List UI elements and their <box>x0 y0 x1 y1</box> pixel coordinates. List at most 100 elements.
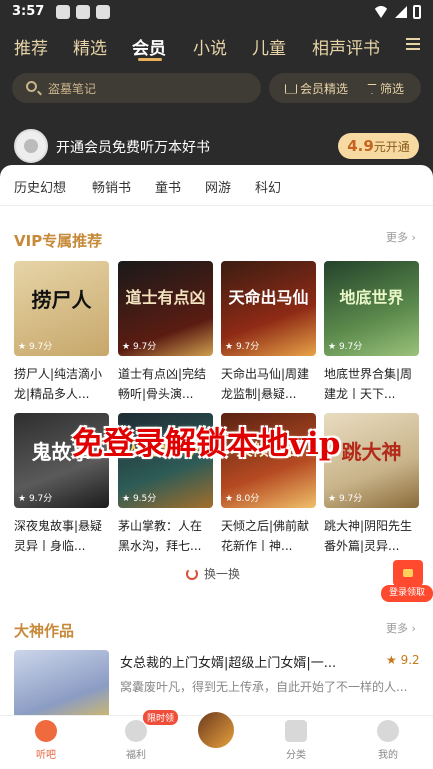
app-notification-icon <box>56 5 70 19</box>
vip-book-2[interactable]: 道士有点凶 ★ 9.7分 道士有点凶|完结畅听|骨头演... <box>118 261 213 404</box>
vip-book-3[interactable]: 天命出马仙 ★ 9.7分 天命出马仙|周建龙监制|悬疑... <box>221 261 316 404</box>
cover-title: 捞尸人 <box>31 288 92 312</box>
book-title: 天倾之后|佛前献花新作丨神... <box>221 519 310 553</box>
filter-bar: 会员精选 筛选 <box>269 73 421 103</box>
battery-icon <box>413 5 421 19</box>
tab-recommend[interactable]: 推荐 <box>14 34 48 59</box>
refresh-button[interactable]: 换一换 <box>186 565 240 582</box>
nav-welfare[interactable]: 福利 <box>106 720 166 761</box>
nav-category[interactable]: 分类 <box>266 720 326 761</box>
book-cover: 道士有点凶 ★ 9.7分 <box>118 261 213 356</box>
tab-children[interactable]: 儿童 <box>252 34 286 59</box>
refresh-label: 换一换 <box>204 567 241 581</box>
filter-label: 筛选 <box>380 82 405 96</box>
tab-vip[interactable]: 会员 <box>132 34 166 59</box>
image-notification-icon <box>76 5 90 19</box>
status-bar: 3:57 <box>0 0 433 26</box>
god-book-title: 女总裁的上门女婿|超级上门女婿|一... <box>120 656 337 671</box>
status-time: 3:57 <box>12 4 45 19</box>
vip-select-label: 会员精选 <box>300 82 349 96</box>
welfare-badge: 限时领 <box>143 710 179 725</box>
vip-promo-bar: 开通会员免费听万本好书 4.9元开通 <box>0 127 433 167</box>
book-title: 茅山掌教：人在黑水沟，拜七... <box>118 519 203 553</box>
wifi-icon <box>373 6 389 18</box>
category-scifi[interactable]: 科幻 <box>255 177 281 196</box>
book-title: 深夜鬼故事|悬疑灵异丨身临... <box>14 519 103 553</box>
book-rating: ★ 9.7分 <box>328 342 363 352</box>
book-title: 跳大神|阴阳先生番外篇|灵异... <box>324 519 413 553</box>
book-rating: ★ 9.7分 <box>225 342 260 352</box>
active-tab-indicator <box>138 58 162 61</box>
book-rating: ★ 9.5分 <box>122 494 157 504</box>
vip-price-unit: 元 <box>373 140 386 154</box>
menu-icon[interactable] <box>406 38 420 50</box>
category-divider <box>0 205 433 206</box>
cover-title: 地底世界 <box>339 288 404 307</box>
book-title: 天命出马仙|周建龙监制|悬疑... <box>221 367 310 401</box>
vip-book-4[interactable]: 地底世界 ★ 9.7分 地底世界合集|周建龙丨天下... <box>324 261 419 404</box>
user-avatar[interactable] <box>14 129 48 163</box>
book-rating: ★ 9.7分 <box>18 342 53 352</box>
vip-promo-text: 开通会员免费听万本好书 <box>56 140 210 156</box>
compass-icon <box>35 720 57 742</box>
book-title: 捞尸人|纯洁滴小龙|精品多人... <box>14 367 103 401</box>
nav-mine[interactable]: 我的 <box>358 720 418 761</box>
cover-title: 道士有点凶 <box>125 288 206 307</box>
book-cover: 天命出马仙 ★ 9.7分 <box>221 261 316 356</box>
tab-novel[interactable]: 小说 <box>193 34 227 59</box>
vip-book-1[interactable]: 捞尸人 ★ 9.7分 捞尸人|纯洁滴小龙|精品多人... <box>14 261 109 404</box>
god-more-link[interactable]: 更多 › <box>386 620 416 636</box>
god-section-title: 大神作品 <box>14 622 75 640</box>
open-vip-button[interactable]: 4.9元开通 <box>338 133 419 159</box>
search-icon <box>26 81 37 92</box>
nav-category-label: 分类 <box>286 750 306 761</box>
user-icon <box>377 720 399 742</box>
book-rating: ★ 9.7分 <box>122 342 157 352</box>
login-reward-float[interactable]: 登录领取 <box>381 560 433 602</box>
book-rating: ★ 9.7分 <box>328 494 363 504</box>
vip-price: 4.9 <box>347 137 374 155</box>
login-reward-label: 登录领取 <box>381 585 433 602</box>
tab-crosstalk[interactable]: 相声评书 <box>312 34 380 59</box>
god-book-rating: ★ 9.2 <box>386 653 420 667</box>
nav-welfare-label: 福利 <box>126 750 146 761</box>
bottom-nav: 听吧 福利 限时领 分类 我的 <box>0 710 433 769</box>
search-input[interactable]: 盗墓笔记 <box>12 73 261 103</box>
android-notification-icon <box>96 5 110 19</box>
category-history-fantasy[interactable]: 历史幻想 <box>14 177 66 196</box>
open-vip-label: 开通 <box>385 140 410 154</box>
category-childrens-books[interactable]: 童书 <box>155 177 181 196</box>
red-packet-icon <box>393 560 423 586</box>
book-cover: 捞尸人 ★ 9.7分 <box>14 261 109 356</box>
cover-title: 天命出马仙 <box>228 288 309 307</box>
vip-select-button[interactable]: 会员精选 <box>285 80 348 97</box>
gift-icon <box>125 720 147 742</box>
grid-icon <box>285 720 307 742</box>
book-cover: 地底世界 ★ 9.7分 <box>324 261 419 356</box>
tab-featured[interactable]: 精选 <box>73 34 107 59</box>
watermark-overlay: 免登录解锁本地vip <box>72 426 341 462</box>
god-book-desc: 窝囊废叶凡，得到无上传承，自此开始了不一样的人... <box>120 680 408 694</box>
vip-more-link[interactable]: 更多 › <box>386 229 416 245</box>
signal-icon <box>395 6 407 18</box>
book-rating: ★ 9.7分 <box>18 494 53 504</box>
book-rating: ★ 8.0分 <box>225 494 260 504</box>
top-tabs: 推荐 精选 会员 小说 儿童 相声评书 <box>0 30 433 66</box>
nav-listen[interactable]: 听吧 <box>16 720 76 761</box>
filter-button[interactable]: 筛选 <box>367 80 404 97</box>
refresh-icon <box>186 567 198 580</box>
category-row: 历史幻想 畅销书 童书 网游 科幻 <box>0 177 433 201</box>
nav-listen-label: 听吧 <box>36 750 56 761</box>
system-icons <box>373 5 421 19</box>
category-bestseller[interactable]: 畅销书 <box>92 177 131 196</box>
search-placeholder: 盗墓笔记 <box>48 82 97 96</box>
category-online-games[interactable]: 网游 <box>205 177 231 196</box>
book-title: 道士有点凶|完结畅听|骨头演... <box>118 367 207 401</box>
filter-icon <box>367 83 377 94</box>
vip-section-title: VIP专属推荐 <box>14 232 103 250</box>
crown-icon <box>285 83 297 94</box>
nav-mine-label: 我的 <box>378 750 398 761</box>
book-title: 地底世界合集|周建龙丨天下... <box>324 367 413 401</box>
now-playing-avatar[interactable] <box>196 710 236 750</box>
cover-title: 跳大神 <box>341 440 402 464</box>
